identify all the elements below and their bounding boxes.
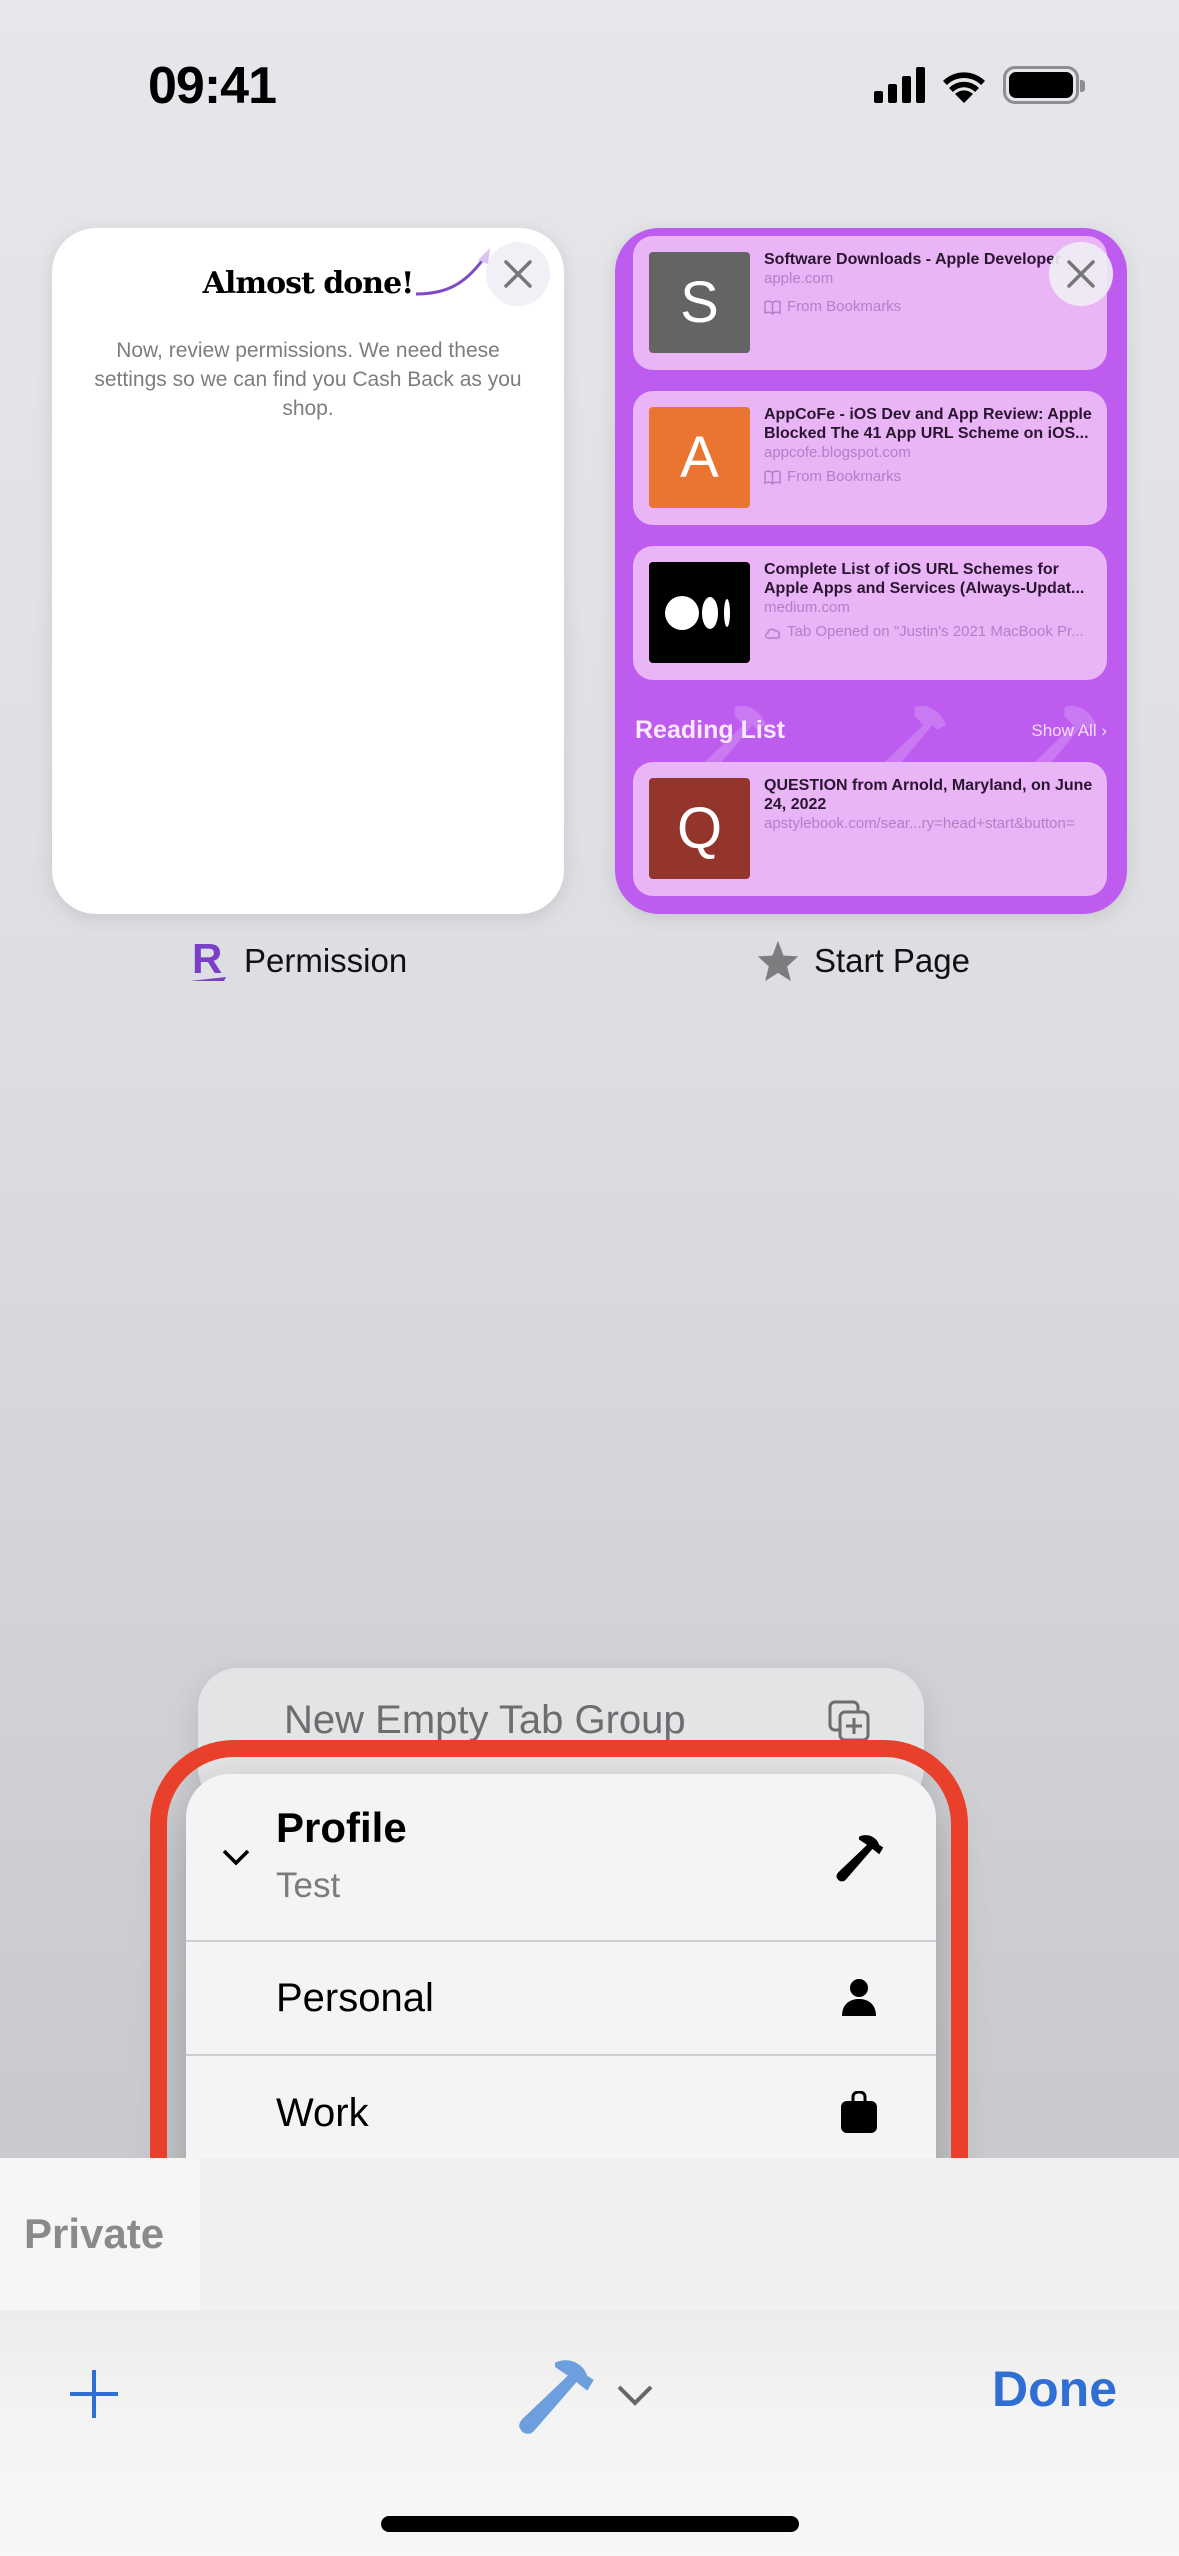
tab-label-start-page[interactable]: Start Page	[756, 935, 970, 987]
done-button[interactable]: Done	[992, 2360, 1117, 2418]
rakuten-r-icon: R	[186, 935, 230, 987]
person-icon	[832, 1971, 886, 2025]
start-page-item[interactable]: S Software Downloads - Apple Developer a…	[633, 236, 1107, 370]
item-domain: appcofe.blogspot.com	[764, 444, 911, 461]
item-thumbnail: A	[649, 407, 750, 508]
item-domain: apple.com	[764, 270, 834, 287]
hammer-icon	[519, 2360, 594, 2434]
reading-list-item[interactable]: Q QUESTION from Arnold, Maryland, on Jun…	[633, 762, 1107, 896]
item-thumbnail: S	[649, 252, 750, 353]
tab-group-strip: Private	[0, 2158, 1179, 2310]
chevron-right-icon: ›	[1101, 720, 1107, 740]
battery-icon	[1003, 66, 1085, 104]
wifi-icon	[943, 72, 985, 103]
chevron-down-icon	[220, 1834, 252, 1877]
profile-item-personal[interactable]: Personal	[186, 1942, 936, 2056]
hammer-icon	[832, 1830, 886, 1884]
item-title: Complete List of iOS URL Schemes for App…	[764, 561, 1085, 597]
tab-card-start-page[interactable]: S Software Downloads - Apple Developer a…	[615, 228, 1127, 914]
profile-switcher-button[interactable]	[512, 2350, 672, 2440]
permission-title: Almost done!	[202, 266, 415, 301]
item-title: AppCoFe - iOS Dev and App Review: Apple …	[764, 406, 1092, 442]
close-tab-button[interactable]	[1049, 242, 1113, 306]
permission-body: Now, review permissions. We need these s…	[94, 339, 522, 420]
briefcase-icon	[832, 2086, 886, 2140]
item-source: From Bookmarks	[764, 297, 1095, 317]
start-page-item[interactable]: Complete List of iOS URL Schemes for App…	[633, 546, 1107, 680]
add-tab-group-icon	[828, 1700, 870, 1742]
item-thumbnail: Q	[649, 778, 750, 879]
plus-icon	[70, 2370, 118, 2418]
status-icons	[874, 66, 1085, 104]
item-title: Software Downloads - Apple Developer	[764, 251, 1062, 268]
status-bar: 09:41	[0, 0, 1179, 170]
item-source: From Bookmarks	[764, 467, 1095, 487]
status-time: 09:41	[148, 57, 277, 115]
item-domain: medium.com	[764, 599, 850, 616]
profile-header[interactable]: Profile Test	[186, 1774, 936, 1942]
profile-item-work[interactable]: Work	[186, 2056, 936, 2172]
chevron-down-icon	[617, 2385, 653, 2406]
item-source: Tab Opened on "Justin's 2021 MacBook Pr.…	[764, 622, 1095, 642]
start-page-item[interactable]: A AppCoFe - iOS Dev and App Review: Appl…	[633, 391, 1107, 525]
close-icon	[1067, 260, 1095, 288]
medium-logo-icon	[649, 562, 750, 663]
book-icon	[764, 470, 781, 485]
cellular-signal-icon	[874, 67, 925, 103]
book-icon	[764, 300, 781, 315]
tab-label-permission[interactable]: R Permission	[186, 935, 407, 987]
show-all-link[interactable]: Show All ›	[1031, 721, 1107, 741]
svg-text:R: R	[192, 935, 222, 982]
item-domain: apstylebook.com/sear...ry=head+start&but…	[764, 815, 1075, 832]
private-tab-group[interactable]: Private	[0, 2158, 200, 2310]
cloud-icon	[765, 628, 781, 639]
home-indicator[interactable]	[381, 2516, 799, 2532]
reading-list-title: Reading List	[635, 716, 786, 744]
tab-card-permission[interactable]: Almost done! Now, review permissions. We…	[52, 228, 564, 914]
reading-list-header: Reading List Show All ›	[635, 716, 1107, 745]
star-icon	[756, 935, 800, 987]
item-title: QUESTION from Arnold, Maryland, on June …	[764, 777, 1093, 813]
new-tab-button[interactable]	[62, 2362, 126, 2426]
